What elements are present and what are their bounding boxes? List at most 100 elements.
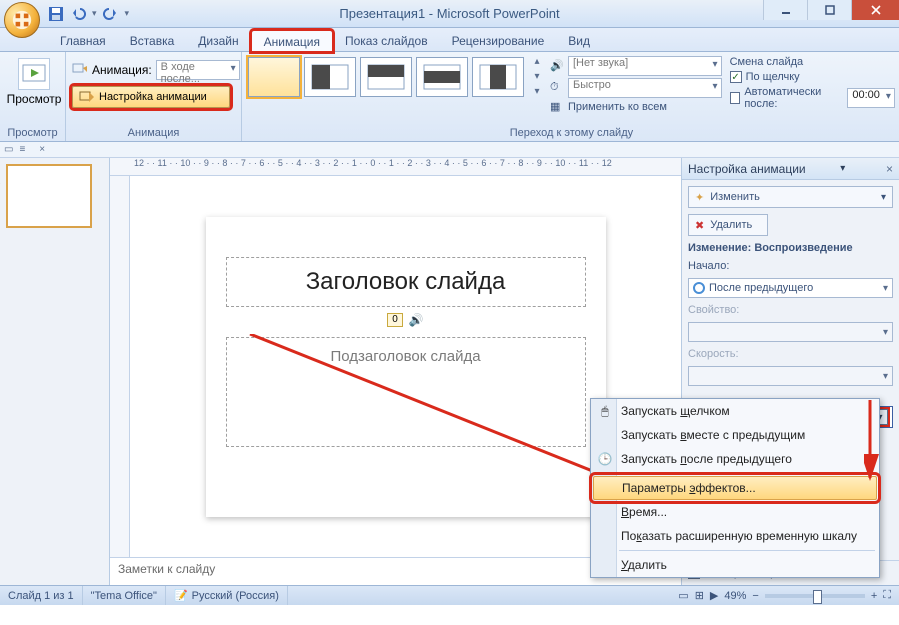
zoom-out-icon[interactable]: − (752, 590, 758, 602)
slides-tab-icon[interactable]: ▭ (4, 144, 13, 155)
cm-delete[interactable]: Удалить (591, 553, 879, 577)
taskpane-close-icon[interactable]: × (886, 162, 893, 176)
undo-icon[interactable] (70, 6, 86, 22)
group-preview-label: Просмотр (6, 125, 59, 141)
animate-label: Анимация: (92, 63, 152, 77)
zoom-in-icon[interactable]: + (871, 590, 877, 602)
minimize-button[interactable] (763, 0, 807, 20)
horizontal-ruler: 12 · · 11 · · 10 · · 9 · · 8 · · 7 · · 6… (110, 158, 681, 176)
transition-4[interactable] (472, 57, 524, 97)
speed-dropdown[interactable]: Быстро (568, 78, 722, 98)
zoom-value[interactable]: 49% (724, 590, 746, 602)
transition-2[interactable] (360, 57, 412, 97)
custom-animation-button[interactable]: Настройка анимации (72, 86, 230, 108)
view-subbar: ▭ ≡ × (0, 142, 899, 158)
property-field (688, 322, 893, 342)
tab-design[interactable]: Дизайн (186, 30, 250, 51)
tab-home[interactable]: Главная (48, 30, 118, 51)
cm-show-timeline[interactable]: Показать расширенную временную шкалу (591, 524, 879, 548)
advance-on-click[interactable]: ✓ По щелчку (730, 71, 895, 83)
ribbon-tabs: Главная Вставка Дизайн Анимация Показ сл… (0, 28, 899, 52)
start-value: После предыдущего (709, 282, 813, 294)
status-lang-text: Русский (Россия) (192, 590, 279, 602)
apply-all-label: Применить ко всем (568, 101, 667, 113)
tab-review[interactable]: Рецензирование (440, 30, 557, 51)
titlebar: ▾ ▾ Презентация1 - Microsoft PowerPoint (0, 0, 899, 28)
office-button[interactable] (4, 2, 40, 38)
qat-dropdown-icon[interactable]: ▾ (125, 8, 130, 19)
subtitle-placeholder[interactable]: Подзаголовок слайда (226, 337, 586, 447)
transition-gallery[interactable]: ▴▾▾ (248, 56, 546, 97)
sound-dropdown[interactable]: [Нет звука] (568, 56, 722, 76)
transition-1[interactable] (304, 57, 356, 97)
clock-icon: 🕒 (597, 451, 613, 467)
mouse-icon: 🖱 (597, 403, 613, 419)
tab-animation[interactable]: Анимация (251, 30, 333, 52)
slide-thumbnails: 1 ★ (0, 158, 110, 585)
fit-window-icon[interactable]: ⛶ (883, 589, 891, 602)
view-normal-icon[interactable]: ▭ (678, 589, 688, 602)
quick-access-toolbar: ▾ ▾ (48, 6, 129, 22)
preview-label: Просмотр (7, 92, 62, 106)
transition-3[interactable] (416, 57, 468, 97)
animate-icon (72, 62, 88, 79)
start-label: Начало: (688, 260, 893, 272)
notes-placeholder: Заметки к слайду (118, 562, 215, 576)
on-click-label: По щелчку (746, 71, 800, 83)
tab-view[interactable]: Вид (556, 30, 602, 51)
vertical-ruler (110, 176, 130, 557)
custom-animation-label: Настройка анимации (99, 91, 207, 103)
tab-insert[interactable]: Вставка (118, 30, 187, 51)
cm-start-after-previous[interactable]: 🕒 Запускать после предыдущего (591, 447, 879, 471)
cm-start-with-previous[interactable]: Запускать вместе с предыдущим (591, 423, 879, 447)
group-transition-label: Переход к этому слайду (248, 125, 895, 141)
redo-icon[interactable] (103, 6, 119, 22)
view-slideshow-icon[interactable]: ▶ (710, 589, 718, 602)
close-button[interactable] (851, 0, 899, 20)
auto-after-label: Автоматически после: (744, 86, 843, 110)
ribbon: Просмотр Просмотр Анимация: В ходе после… (0, 52, 899, 142)
cm-start-on-click[interactable]: 🖱 Запускать щелчком (591, 399, 879, 423)
anim-order-badge[interactable]: 0 (387, 313, 403, 327)
title-placeholder[interactable]: Заголовок слайда (226, 257, 586, 307)
context-menu: 🖱 Запускать щелчком Запускать вместе с п… (590, 398, 880, 578)
advance-title: Смена слайда (730, 56, 895, 68)
delete-effect-button[interactable]: ✖ Удалить (688, 214, 768, 236)
cm-timing[interactable]: Время... (591, 500, 879, 524)
status-slide-info: Слайд 1 из 1 (0, 586, 83, 605)
start-field[interactable]: После предыдущего (688, 278, 893, 298)
delete-label: Удалить (710, 219, 752, 231)
subtitle-text: Подзаголовок слайда (237, 348, 575, 365)
apply-all-icon: ▦ (550, 100, 564, 114)
group-transition: ▴▾▾ 🔊 [Нет звука] ⏱ Быстро ▦ Применить к… (242, 52, 899, 141)
group-preview: Просмотр Просмотр (0, 52, 66, 141)
title-text: Заголовок слайда (237, 268, 575, 296)
sound-object-icon[interactable]: 🔊 (409, 313, 424, 327)
undo-dropdown-icon[interactable]: ▾ (92, 8, 97, 19)
maximize-button[interactable] (807, 0, 851, 20)
preview-button[interactable]: Просмотр (6, 56, 62, 108)
speed-label: Скорость: (688, 348, 893, 360)
slide-thumb-1[interactable] (6, 164, 92, 228)
cm-effect-options[interactable]: Параметры эффектов... (593, 476, 877, 500)
group-animation-label: Анимация (72, 125, 235, 141)
outline-tab-icon[interactable]: ≡ (19, 144, 25, 155)
auto-time-field[interactable]: 00:00 (847, 88, 895, 108)
zoom-slider[interactable] (765, 594, 865, 598)
advance-auto[interactable]: Автоматически после: 00:00 (730, 86, 895, 110)
tab-slideshow[interactable]: Показ слайдов (333, 30, 440, 51)
modify-header: Изменение: Воспроизведение (688, 242, 893, 254)
taskpane-menu-icon[interactable]: ▾ (840, 163, 845, 174)
taskpane-header: Настройка анимации ▾ × (682, 158, 899, 180)
save-icon[interactable] (48, 6, 64, 22)
animate-dropdown[interactable]: В ходе после... (156, 60, 240, 80)
apply-all-button[interactable]: ▦ Применить ко всем (550, 100, 722, 114)
slide: Заголовок слайда 0 🔊 Подзаголовок слайда (206, 217, 606, 517)
gallery-scroll[interactable]: ▴▾▾ (528, 56, 546, 97)
group-animation: Анимация: В ходе после... Настройка аним… (66, 52, 242, 141)
transition-none[interactable] (248, 57, 300, 97)
change-effect-button[interactable]: ✦ Изменить ▾ (688, 186, 893, 208)
status-lang[interactable]: 📝 Русский (Россия) (166, 586, 288, 605)
view-sorter-icon[interactable]: ⊞ (695, 589, 704, 602)
property-label: Свойство: (688, 304, 893, 316)
